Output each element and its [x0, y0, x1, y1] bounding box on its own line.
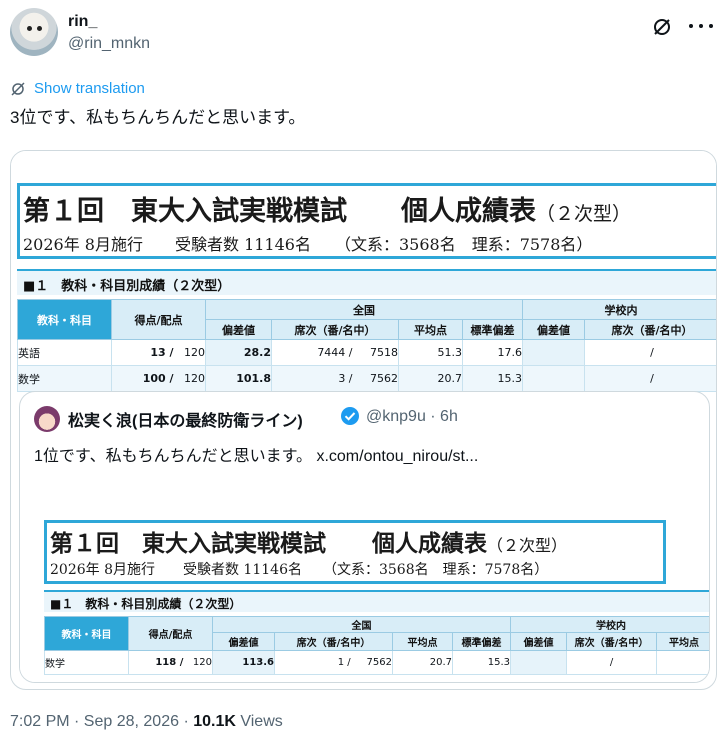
tweet-media-card[interactable]: 第１回 東大入試実戦模試 個人成績表（２次型） 2026年 8月施行 受験者数 …	[10, 150, 717, 690]
more-options-icon[interactable]	[689, 24, 713, 30]
tweet-timestamp[interactable]: 7:02 PM · Sep 28, 2026 ·	[10, 713, 193, 730]
quoted-report-subtitle: 2026年 8月施行 受験者数 11146名 （文系：3568名 理系：7578…	[50, 562, 549, 578]
quoted-report-section-label: ■１ 教科・科目別成績（２次型）	[44, 590, 709, 612]
col-national: 全国	[205, 299, 523, 320]
translate-icon	[11, 81, 25, 96]
table-row: 数学 100 / 120 101.8 3 / 7562 20.7 15.3 /	[17, 365, 716, 392]
col-average: 平均点	[398, 319, 463, 340]
col-school-rank: 席次（番/名中）	[584, 319, 716, 340]
col-score: 得点/配点	[111, 299, 206, 340]
quoted-grades-table: 教科・科目 得点/配点 全国 学校内 偏差値 席次（番/名中） 平均点 標準偏差…	[44, 616, 709, 675]
quoted-author-handle: @knp9u · 6h	[366, 408, 458, 425]
col-subject: 教科・科目	[17, 299, 112, 340]
grok-icon[interactable]	[651, 16, 673, 38]
views-count[interactable]: 10.1K	[193, 713, 236, 730]
author-handle[interactable]: @rin_mnkn	[68, 35, 150, 53]
col-school-deviation: 偏差値	[522, 319, 585, 340]
author-name[interactable]: rin_	[68, 13, 97, 31]
col-stddev: 標準偏差	[462, 319, 523, 340]
table-row: 英語 13 / 120 28.2 7444 / 7518 51.3 17.6 /	[17, 339, 716, 366]
quoted-report-image: 第１回 東大入試実戦模試 個人成績表（２次型） 2026年 8月施行 受験者数 …	[20, 482, 709, 682]
verified-badge-icon	[341, 407, 359, 425]
table-row: 数学 118 / 120 113.6 1 / 7562 20.7 15.3 /	[44, 650, 709, 675]
quoted-tweet-text: 1位です、私もちんちんだと思います。 x.com/ontou_nirou/st.…	[34, 448, 479, 465]
report-title: 第１回 東大入試実戦模試 個人成績表（２次型）	[23, 196, 632, 227]
quoted-author-name: 松実く浪(日本の最終防衛ライン)	[68, 413, 303, 430]
views-label: Views	[235, 713, 283, 730]
col-deviation: 偏差値	[205, 319, 272, 340]
report-subtitle: 2026年 8月施行 受験者数 11146名 （文系：3568名 理系：7578…	[23, 235, 593, 254]
col-rank: 席次（番/名中）	[271, 319, 399, 340]
tweet-text: 3位です、私もちんちんだと思います。	[10, 108, 306, 127]
show-translation-label: Show translation	[34, 80, 145, 97]
tweet-footer: 7:02 PM · Sep 28, 2026 · 10.1K Views	[10, 713, 283, 731]
report-section-label: ■１ 教科・科目別成績（２次型）	[17, 269, 716, 295]
grades-table: 教科・科目 得点/配点 全国 学校内 偏差値 席次（番/名中） 平均点 標準偏差…	[17, 299, 716, 392]
show-translation-link[interactable]: Show translation	[10, 80, 145, 97]
quoted-report-title: 第１回 東大入試実戦模試 個人成績表（２次型）	[50, 530, 568, 557]
quoted-author-avatar	[34, 406, 60, 432]
author-avatar[interactable]	[10, 8, 58, 56]
report-image[interactable]: 第１回 東大入試実戦模試 個人成績表（２次型） 2026年 8月施行 受験者数 …	[11, 151, 716, 392]
tweet-header: rin_ @rin_mnkn	[10, 8, 717, 60]
col-school: 学校内	[522, 299, 716, 320]
quoted-tweet[interactable]: 松実く浪(日本の最終防衛ライン) @knp9u · 6h 1位です、私もちんちん…	[19, 391, 710, 683]
